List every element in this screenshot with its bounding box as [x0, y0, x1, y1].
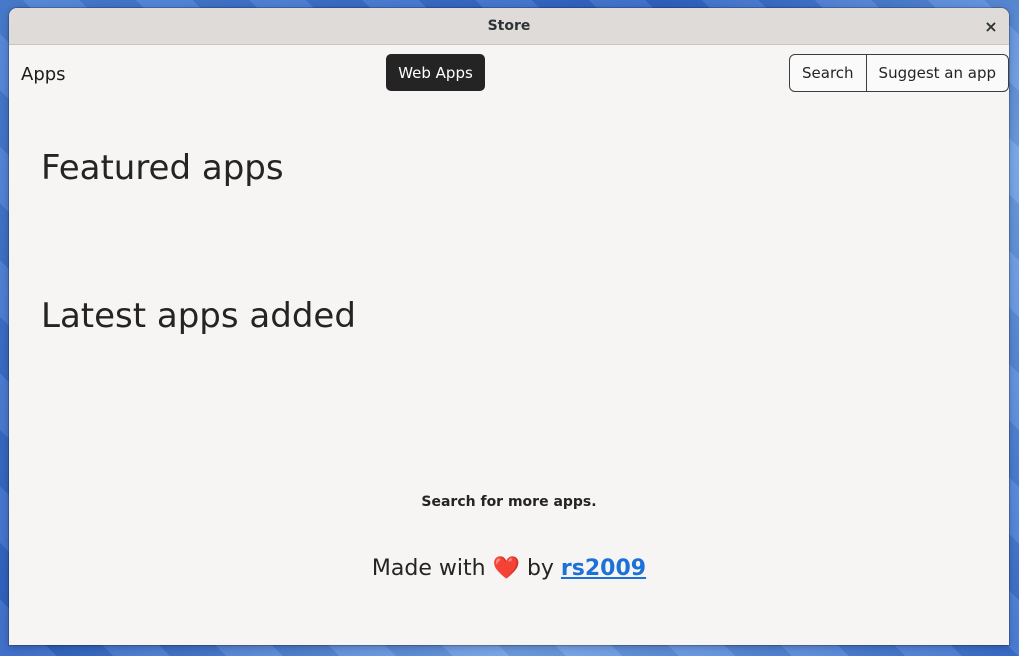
- search-button[interactable]: Search: [790, 55, 866, 91]
- suggest-app-button[interactable]: Suggest an app: [865, 55, 1008, 91]
- search-more-text: Search for more apps.: [421, 494, 597, 510]
- app-name: Apps: [21, 64, 66, 85]
- made-with-text: Made with: [371, 556, 486, 581]
- author-link[interactable]: rs2009: [561, 556, 646, 581]
- heart-icon: ❤️: [492, 556, 520, 581]
- featured-apps-heading: Featured apps: [41, 148, 284, 188]
- title-bar[interactable]: Store ×: [9, 8, 1009, 45]
- header-button-group: Search Suggest an app: [789, 54, 1009, 92]
- close-icon[interactable]: ×: [981, 16, 1001, 36]
- window-title: Store: [487, 18, 531, 34]
- by-text: by: [526, 556, 554, 581]
- latest-apps-heading: Latest apps added: [41, 296, 356, 336]
- footer-credit: Made with ❤️ by rs2009: [9, 556, 1009, 581]
- web-apps-button[interactable]: Web Apps: [386, 54, 485, 91]
- store-window: Store × Apps Web Apps Search Suggest an …: [9, 8, 1009, 645]
